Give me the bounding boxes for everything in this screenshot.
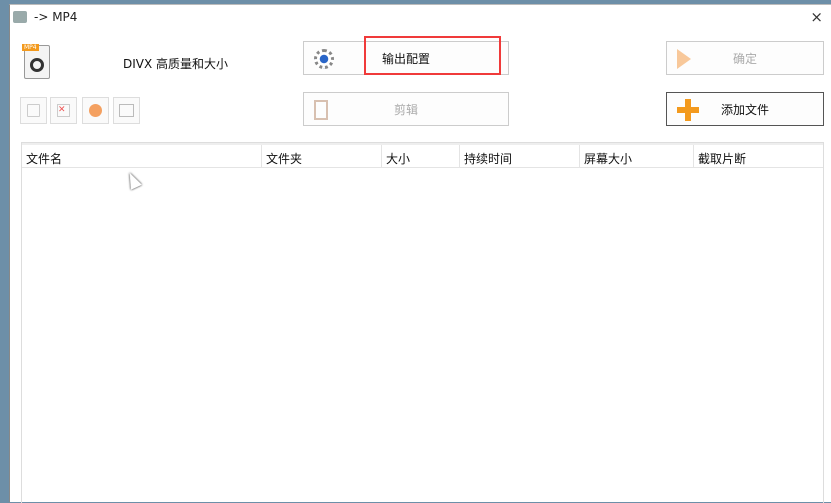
add-file-label: 添加文件 [720, 102, 769, 117]
app-icon [13, 11, 27, 23]
remove-item-button[interactable]: ✕ [50, 97, 77, 124]
table-header: 文件名 文件夹 大小 持续时间 屏幕大小 截取片断 [22, 143, 823, 168]
confirm-label: 确定 [732, 51, 757, 66]
plus-icon [677, 99, 699, 121]
add-file-button[interactable]: 添加文件 [666, 92, 824, 126]
title-bar: -> MP4 × [10, 5, 831, 29]
add-item-button[interactable] [20, 97, 47, 124]
play-icon [89, 104, 102, 117]
gear-icon [314, 49, 334, 69]
dialog-window: -> MP4 × MP4 DIVX 高质量和大小 输出配置 确定 剪辑 添加文件… [9, 4, 831, 503]
format-badge: MP4 [22, 44, 39, 51]
window-title: -> MP4 [34, 10, 78, 24]
column-size[interactable]: 大小 [382, 145, 460, 167]
column-duration[interactable]: 持续时间 [460, 145, 580, 167]
mp4-format-icon: MP4 [22, 44, 50, 79]
edit-button[interactable]: 剪辑 [303, 92, 509, 126]
column-screen-size[interactable]: 屏幕大小 [580, 145, 694, 167]
highlight-box [364, 36, 501, 75]
column-filename[interactable]: 文件名 [22, 145, 262, 167]
info-button[interactable] [113, 97, 140, 124]
file-add-icon [27, 104, 40, 117]
confirm-button[interactable]: 确定 [666, 41, 824, 75]
film-scissors-icon [314, 100, 328, 120]
edit-label: 剪辑 [393, 102, 418, 117]
play-button[interactable] [82, 97, 109, 124]
window-icon [119, 104, 134, 117]
format-label: DIVX 高质量和大小 [123, 57, 229, 71]
file-remove-icon: ✕ [57, 104, 70, 117]
close-button[interactable]: × [810, 8, 823, 26]
file-list-table[interactable]: 文件名 文件夹 大小 持续时间 屏幕大小 截取片断 [21, 142, 824, 503]
arrow-right-icon [677, 49, 691, 69]
column-clip[interactable]: 截取片断 [694, 145, 823, 167]
column-folder[interactable]: 文件夹 [262, 145, 382, 167]
